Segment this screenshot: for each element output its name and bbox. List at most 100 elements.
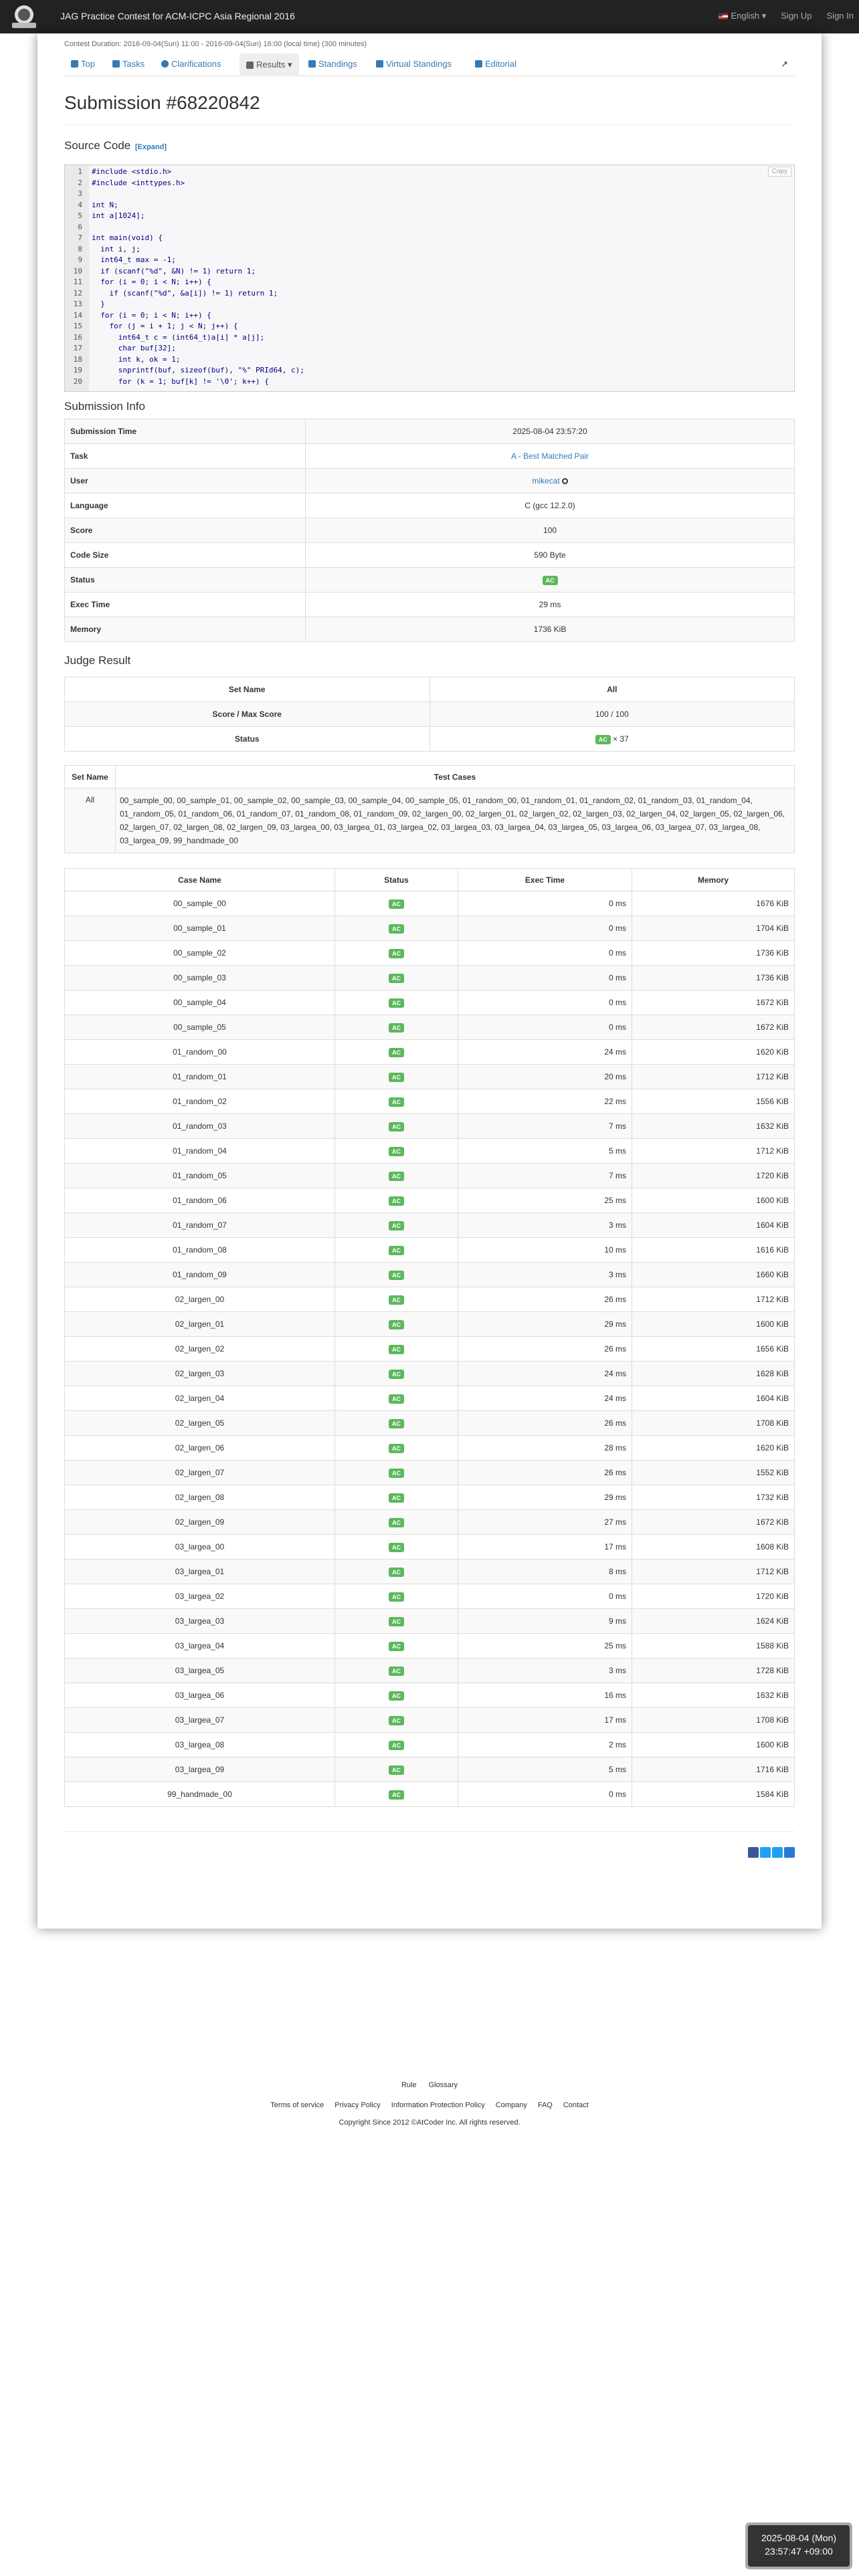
footer-link[interactable]: Contact: [563, 2101, 589, 2109]
pin-icon[interactable]: ↗: [781, 59, 788, 70]
case-exec-time: 25 ms: [458, 1188, 632, 1213]
tab-virtual-standings[interactable]: Virtual Standings: [376, 59, 452, 69]
info-value: 100: [543, 526, 557, 535]
status-badge: AC: [389, 1072, 404, 1082]
case-exec-time: 20 ms: [458, 1064, 632, 1089]
footer-link[interactable]: Rule: [401, 2081, 417, 2089]
case-name: 01_random_03: [64, 1113, 335, 1139]
case-name: 01_random_02: [64, 1089, 335, 1114]
hatena-share-icon[interactable]: [772, 1847, 783, 1858]
case-status-cell: AC: [335, 1138, 458, 1164]
case-name: 00_sample_00: [64, 891, 335, 916]
case-name: 03_largea_00: [64, 1534, 335, 1560]
copyright: Copyright Since 2012 ©AtCoder Inc. All r…: [339, 2119, 520, 2127]
line-number: 4: [78, 200, 82, 209]
status-badge: AC: [389, 1245, 404, 1255]
header-memory[interactable]: Memory: [632, 868, 795, 891]
task-link[interactable]: A - Best Matched Pair: [511, 451, 589, 461]
case-memory: 1736 KiB: [632, 940, 795, 966]
judge-row-score: Score / Max Score 100 / 100: [64, 702, 795, 727]
header-status[interactable]: Status: [335, 868, 458, 891]
case-memory: 1608 KiB: [632, 1534, 795, 1560]
more-share-icon[interactable]: [784, 1847, 795, 1858]
case-memory: 1624 KiB: [632, 1608, 795, 1634]
case-status-cell: AC: [335, 1707, 458, 1733]
tab-tasks-label: Tasks: [122, 59, 145, 69]
submission-info-table: Submission Time 2025-08-04 23:57:20 Task A …: [64, 419, 795, 642]
tab-top[interactable]: Top: [71, 59, 95, 69]
case-memory: 1584 KiB: [632, 1782, 795, 1807]
atcoder-logo-icon[interactable]: [7, 3, 41, 31]
code-line: 16 int64_t c = (int64_t)a[i] * a[j];: [65, 332, 794, 344]
status-badge: AC: [389, 1344, 404, 1354]
case-status-cell: AC: [335, 940, 458, 966]
user-link[interactable]: mikecat: [532, 476, 559, 486]
code-text: int a[1024];: [92, 211, 145, 220]
expand-link[interactable]: [Expand]: [135, 143, 167, 151]
case-exec-time: 3 ms: [458, 1658, 632, 1683]
case-status-cell: AC: [335, 1608, 458, 1634]
sign-in-link[interactable]: Sign In: [827, 11, 854, 21]
footer-link[interactable]: Terms of service: [270, 2101, 324, 2109]
sort-icon: [308, 60, 316, 68]
status-badge: AC: [389, 924, 404, 934]
footer-link[interactable]: Glossary: [429, 2081, 458, 2089]
table-row: 03_largea_01 AC 8 ms 1712 KiB: [64, 1559, 795, 1584]
twitter-share-icon[interactable]: [760, 1847, 771, 1858]
footer-link[interactable]: Company: [496, 2101, 527, 2109]
header-case-name[interactable]: Case Name: [64, 868, 335, 891]
case-name: 03_largea_02: [64, 1584, 335, 1609]
case-memory: 1632 KiB: [632, 1683, 795, 1708]
footer-links-primary: Rule Glossary: [0, 2081, 859, 2089]
case-exec-time: 26 ms: [458, 1460, 632, 1485]
case-name: 03_largea_08: [64, 1732, 335, 1757]
site-title[interactable]: JAG Practice Contest for ACM-ICPC Asia R…: [60, 11, 295, 21]
footer-link[interactable]: Information Protection Policy: [391, 2101, 485, 2109]
case-name: 01_random_06: [64, 1188, 335, 1213]
judge-result-table: Set Name All Score / Max Score 100 / 100…: [64, 677, 795, 752]
line-number: 17: [73, 344, 82, 352]
tab-clarifications[interactable]: Clarifications: [161, 59, 221, 69]
case-memory: 1552 KiB: [632, 1460, 795, 1485]
judge-set-name-value: All: [429, 677, 795, 702]
tab-standings[interactable]: Standings: [308, 59, 357, 69]
code-text: }: [92, 300, 105, 308]
case-memory: 1672 KiB: [632, 990, 795, 1015]
tab-editorial[interactable]: Editorial: [475, 59, 516, 69]
sign-up-link[interactable]: Sign Up: [781, 11, 812, 21]
case-memory: 1672 KiB: [632, 1509, 795, 1535]
case-memory: 1708 KiB: [632, 1410, 795, 1436]
line-number: 13: [73, 300, 82, 308]
status-badge: AC: [389, 1567, 404, 1577]
footer-link[interactable]: Privacy Policy: [335, 2101, 380, 2109]
line-number: 2: [78, 178, 82, 187]
judge-row-set-name: Set Name All: [64, 677, 795, 702]
status-badge: AC: [389, 1394, 404, 1404]
case-status-cell: AC: [335, 1683, 458, 1708]
status-badge: AC: [389, 1493, 404, 1503]
case-exec-time: 10 ms: [458, 1237, 632, 1263]
header-exec-time[interactable]: Exec Time: [458, 868, 632, 891]
source-code-box[interactable]: Copy 1 #include <stdio.h> 2 #include <intty…: [64, 165, 795, 392]
case-name: 01_random_01: [64, 1064, 335, 1089]
case-name: 99_handmade_00: [64, 1782, 335, 1807]
info-row: Submission Time 2025-08-04 23:57:20: [64, 419, 795, 444]
info-value-cell: 1736 KiB: [305, 617, 795, 642]
footer-link[interactable]: FAQ: [538, 2101, 553, 2109]
case-memory: 1676 KiB: [632, 891, 795, 916]
search-icon[interactable]: [561, 478, 568, 485]
tab-tasks[interactable]: Tasks: [112, 59, 145, 69]
facebook-share-icon[interactable]: [748, 1847, 759, 1858]
case-exec-time: 27 ms: [458, 1509, 632, 1535]
status-badge: AC: [389, 1171, 404, 1181]
tab-results-label: Results ▾: [256, 60, 292, 70]
line-number: 18: [73, 354, 82, 364]
info-value: 2025-08-04 23:57:20: [512, 427, 587, 436]
status-badge: AC: [389, 998, 404, 1008]
code-line: 4 int N;: [65, 200, 794, 211]
case-exec-time: 16 ms: [458, 1683, 632, 1708]
tab-results[interactable]: Results ▾: [240, 53, 299, 76]
case-status-cell: AC: [335, 1732, 458, 1757]
case-status-cell: AC: [335, 1014, 458, 1040]
language-dropdown[interactable]: English ▾: [719, 11, 766, 21]
